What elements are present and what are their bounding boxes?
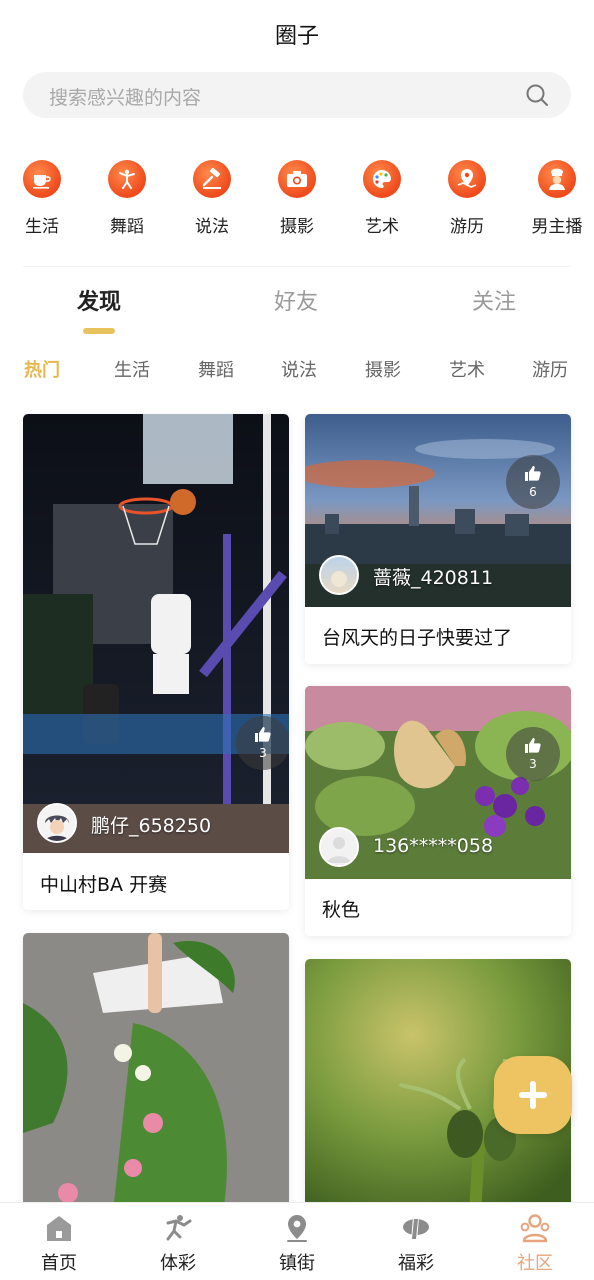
category-travel[interactable]: 游历 [425, 158, 509, 237]
post-card[interactable] [23, 933, 289, 1213]
avatar[interactable] [319, 827, 359, 867]
camera-icon [278, 160, 316, 198]
category-label: 说法 [195, 217, 229, 237]
palette-icon [363, 160, 401, 198]
category-male-host[interactable]: 男主播 [515, 158, 594, 237]
feed-tabs: 发现 好友 关注 [0, 284, 594, 344]
username: 鹏仔_658250 [91, 815, 212, 837]
subtab-photo[interactable]: 摄影 [365, 356, 401, 382]
username: 蔷薇_420811 [373, 567, 494, 589]
post-image[interactable] [23, 414, 289, 853]
topic-tabs: 热门 生活 舞蹈 说法 摄影 艺术 游历 [0, 356, 594, 386]
category-row: 生活 舞蹈 说法 摄影 艺术 游历 男主播 [0, 158, 594, 248]
nav-home[interactable]: 首页 [14, 1213, 104, 1275]
category-label: 摄影 [280, 217, 314, 237]
category-label: 男主播 [531, 217, 583, 237]
category-life[interactable]: 生活 [0, 158, 84, 237]
post-card[interactable]: 6 蔷薇_420811 台风天的日子快要过了 [305, 414, 571, 664]
like-count: 3 [259, 746, 267, 760]
subtab-hot[interactable]: 热门 [24, 356, 60, 382]
sports-lottery-icon [166, 1215, 192, 1241]
nav-label: 首页 [41, 1253, 77, 1274]
location-pin-icon [287, 1215, 307, 1242]
post-card[interactable]: 3 鹏仔_658250 中山村BA 开赛 [23, 414, 289, 910]
subtab-life[interactable]: 生活 [114, 356, 150, 382]
bottom-navigation: 首页 体彩 镇街 福彩 社区 [0, 1202, 594, 1280]
category-art[interactable]: 艺术 [340, 158, 424, 237]
post-caption: 台风天的日子快要过了 [322, 627, 513, 649]
create-post-button[interactable] [494, 1056, 572, 1134]
tab-friends[interactable]: 好友 [274, 284, 318, 316]
post-caption: 秋色 [322, 899, 361, 921]
category-label: 生活 [25, 217, 59, 237]
nav-label: 福彩 [398, 1253, 434, 1274]
post-caption: 中山村BA 开赛 [40, 874, 168, 896]
home-icon [47, 1216, 71, 1241]
thumbs-up-icon [255, 727, 271, 742]
category-label: 艺术 [365, 217, 399, 237]
subtab-law[interactable]: 说法 [281, 356, 317, 382]
avatar[interactable] [319, 555, 359, 595]
community-icon [520, 1214, 550, 1243]
divider [23, 266, 571, 267]
map-pin-icon [448, 160, 486, 198]
nav-community[interactable]: 社区 [490, 1213, 580, 1275]
subtab-travel[interactable]: 游历 [532, 356, 568, 382]
nav-town-street[interactable]: 镇街 [252, 1213, 342, 1275]
tab-following[interactable]: 关注 [472, 284, 516, 316]
subtab-art[interactable]: 艺术 [449, 356, 485, 382]
category-law[interactable]: 说法 [170, 158, 254, 237]
category-photo[interactable]: 摄影 [255, 158, 339, 237]
page-title: 圈子 [274, 24, 319, 49]
like-button[interactable]: 3 [506, 727, 560, 781]
coffee-cup-icon [23, 160, 61, 198]
nav-sports-lottery[interactable]: 体彩 [133, 1213, 223, 1275]
plus-icon [519, 1081, 547, 1109]
avatar[interactable] [37, 803, 77, 843]
thumbs-up-icon [525, 738, 541, 753]
category-label: 舞蹈 [110, 217, 144, 237]
like-button[interactable]: 3 [236, 716, 289, 770]
welfare-lottery-icon [403, 1217, 429, 1241]
username: 136*****058 [373, 835, 494, 857]
nav-label: 镇街 [279, 1253, 315, 1274]
dancer-icon [108, 160, 146, 198]
thumbs-up-icon [525, 466, 541, 481]
like-count: 6 [529, 485, 537, 499]
category-label: 游历 [450, 217, 484, 237]
nav-label: 社区 [517, 1253, 553, 1274]
like-button[interactable]: 6 [506, 455, 560, 509]
gavel-icon [193, 160, 231, 198]
search-icon[interactable] [525, 83, 549, 107]
tab-discover[interactable]: 发现 [77, 284, 121, 316]
tab-active-indicator [83, 328, 115, 334]
post-image[interactable] [23, 933, 289, 1213]
category-dance[interactable]: 舞蹈 [85, 158, 169, 237]
nav-label: 体彩 [160, 1253, 196, 1274]
search-bar[interactable]: 搜索感兴趣的内容 [23, 72, 571, 118]
post-card[interactable]: 3 136*****058 秋色 [305, 686, 571, 936]
search-input[interactable]: 搜索感兴趣的内容 [49, 83, 201, 110]
like-count: 3 [529, 757, 537, 771]
chef-avatar-icon [538, 160, 576, 198]
subtab-dance[interactable]: 舞蹈 [198, 356, 234, 382]
nav-welfare-lottery[interactable]: 福彩 [371, 1213, 461, 1275]
